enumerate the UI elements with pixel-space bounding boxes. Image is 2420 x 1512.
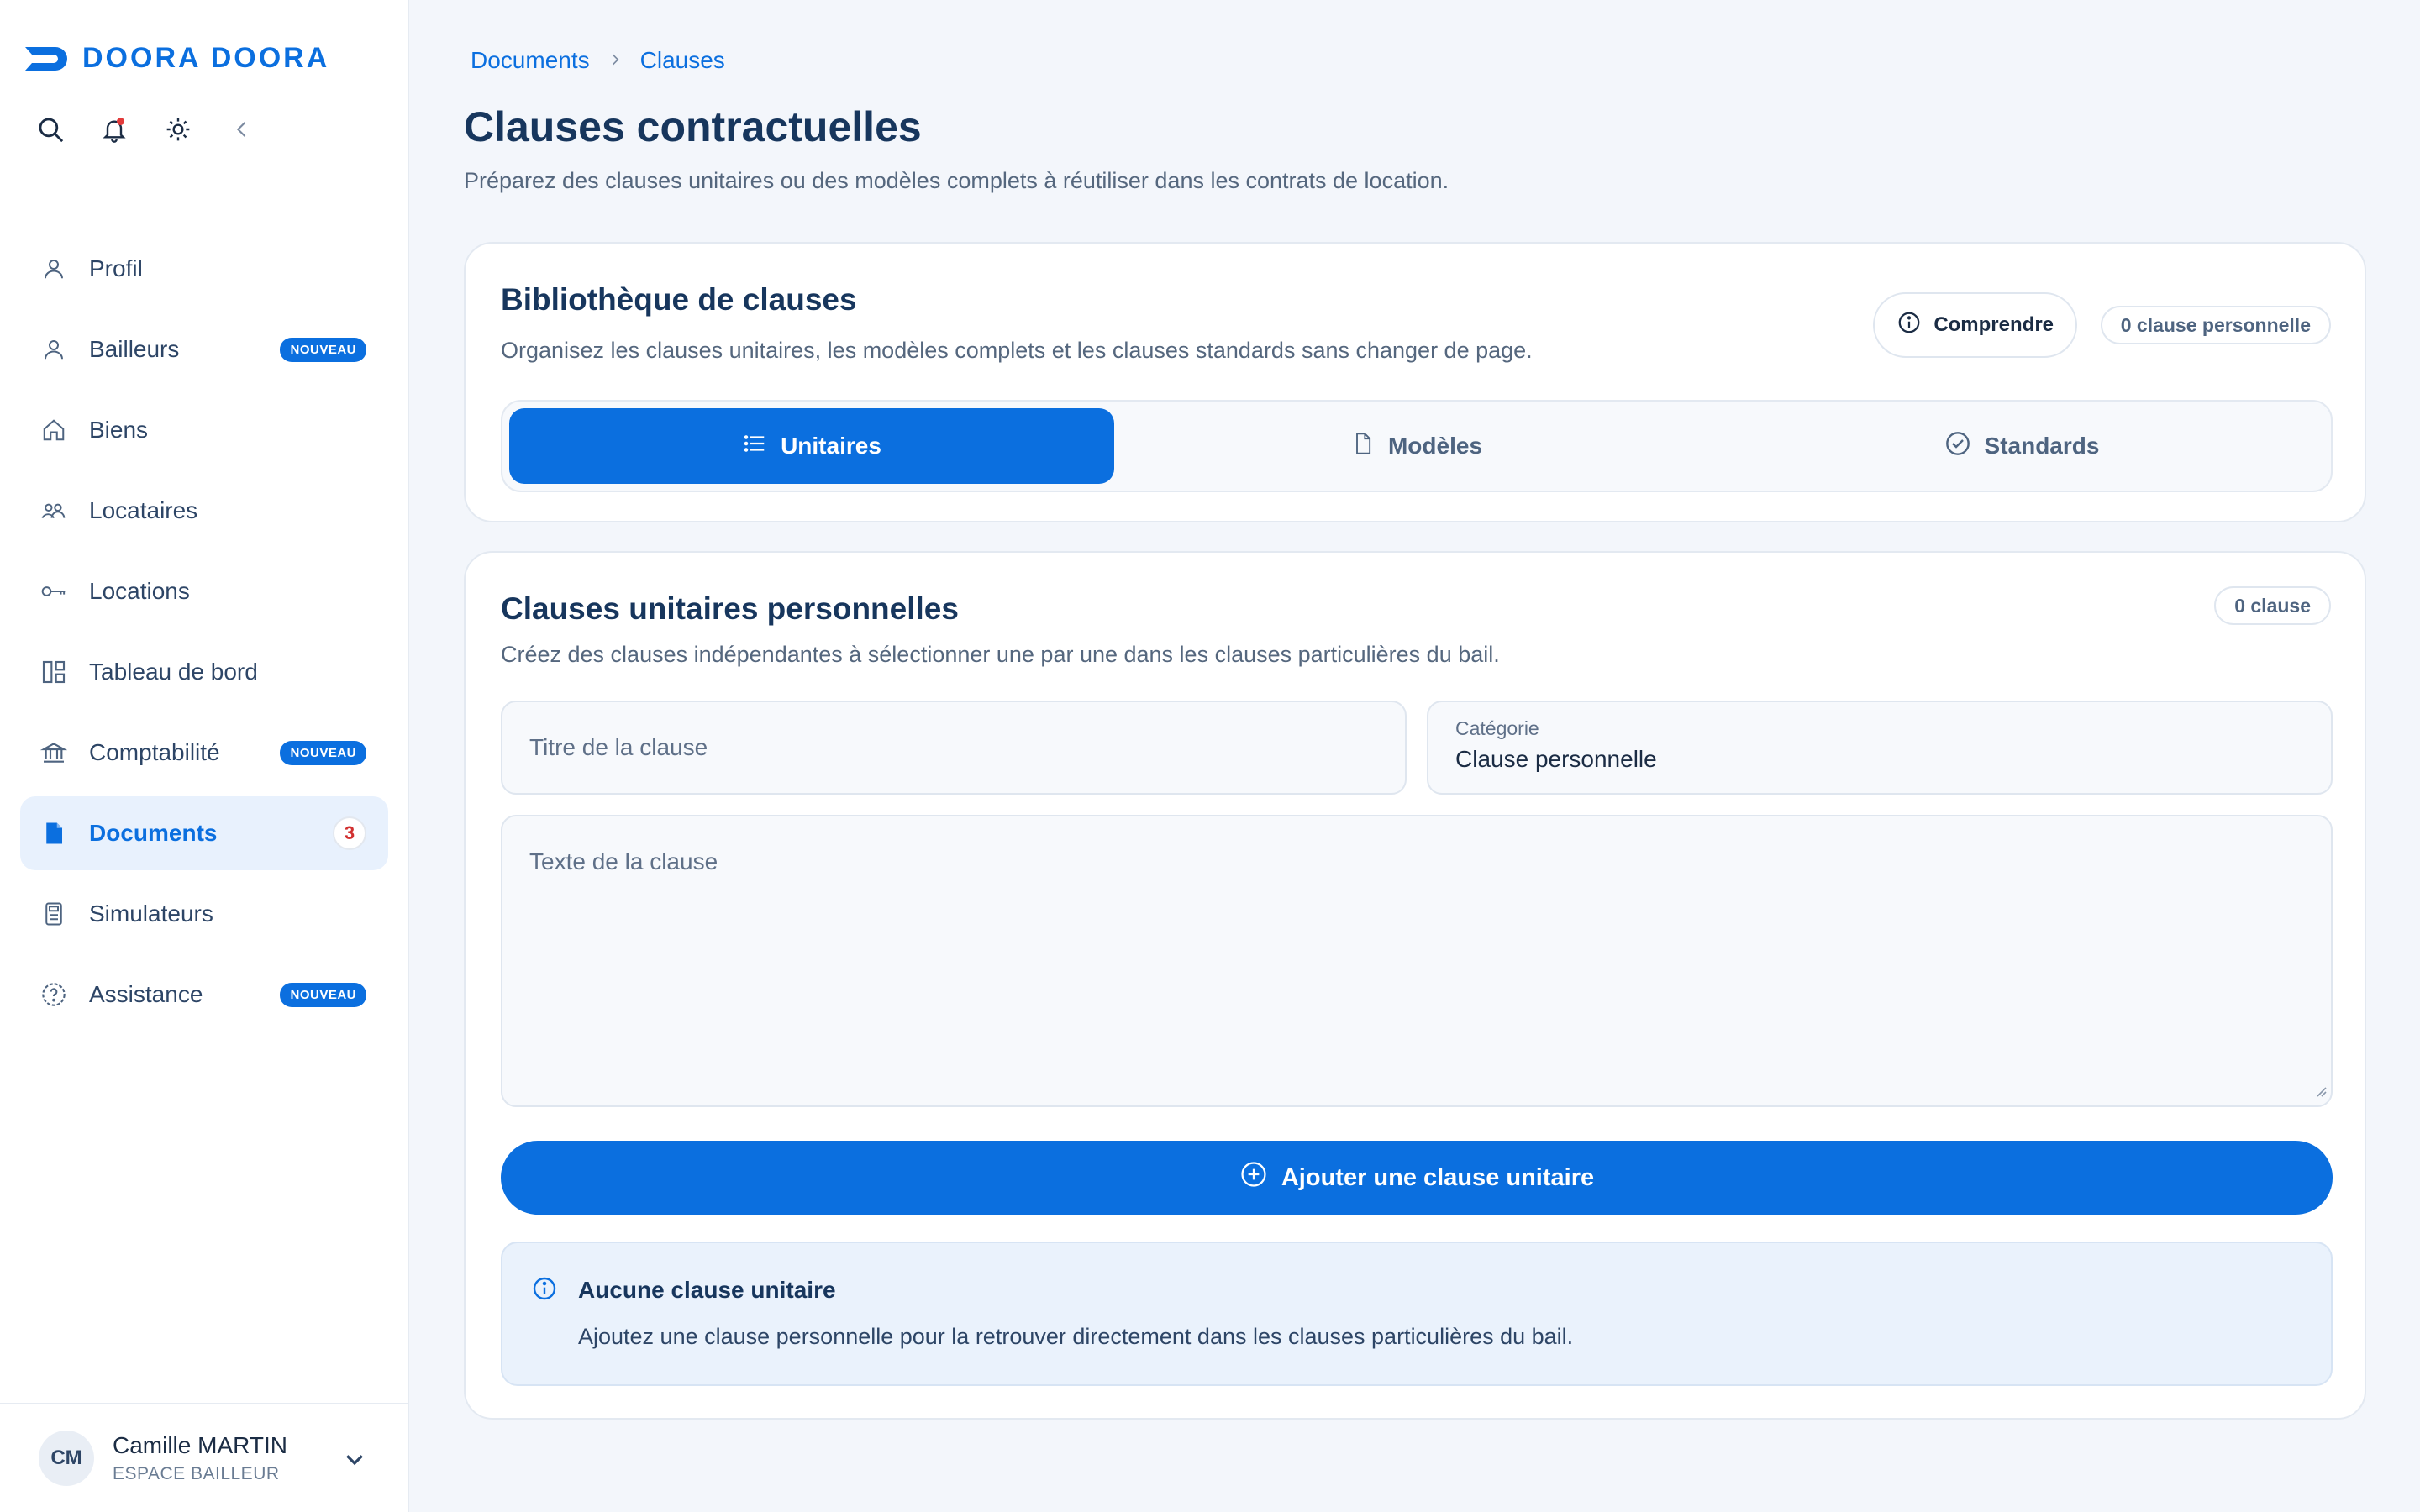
document-icon [39, 818, 69, 848]
library-title: Bibliothèque de clauses [501, 282, 857, 317]
clause-tabs: Unitaires Modèles Standards [501, 400, 2333, 492]
sidebar-item-bailleurs[interactable]: Bailleurs NOUVEAU [20, 312, 388, 386]
file-icon [1351, 430, 1375, 463]
unit-clauses-subtitle: Créez des clauses indépendantes à sélect… [501, 642, 1500, 667]
info-icon [1897, 310, 1922, 341]
new-badge: NOUVEAU [280, 740, 366, 765]
sidebar-item-label: Tableau de bord [89, 659, 258, 685]
clause-title-placeholder: Titre de la clause [529, 734, 708, 760]
notification-dot [117, 118, 124, 125]
sidebar-item-label: Bailleurs [89, 336, 180, 362]
sidebar: DOORA DOORA Profil Bailleurs NOUVEAU Bie… [0, 0, 409, 1512]
sidebar-item-comptabilite[interactable]: Comptabilité NOUVEAU [20, 716, 388, 790]
sidebar-item-label: Profil [89, 255, 143, 281]
user-info: Camille MARTIN ESPACE BAILLEUR [113, 1432, 287, 1484]
empty-state-alert: Aucune clause unitaire Ajoutez une claus… [501, 1242, 2333, 1386]
new-badge: NOUVEAU [280, 337, 366, 362]
sidebar-item-assistance[interactable]: Assistance NOUVEAU [20, 958, 388, 1032]
page-subtitle: Préparez des clauses unitaires ou des mo… [464, 168, 1449, 193]
info-icon [531, 1275, 558, 1306]
sidebar-item-label: Comptabilité [89, 739, 220, 765]
tab-label: Modèles [1387, 433, 1483, 459]
understand-button[interactable]: Comprendre [1873, 292, 2077, 358]
add-unit-clause-label: Ajouter une clause unitaire [1281, 1163, 1595, 1191]
clause-library-card: Bibliothèque de clauses Organisez les cl… [464, 242, 2366, 522]
sidebar-item-locataires[interactable]: Locataires [20, 474, 388, 548]
add-unit-clause-button[interactable]: Ajouter une clause unitaire [501, 1141, 2333, 1215]
check-circle-icon [1944, 430, 1971, 463]
list-icon [742, 431, 767, 462]
page-title: Clauses contractuelles [464, 103, 922, 150]
plus-circle-icon [1239, 1160, 1268, 1195]
tab-unitaires[interactable]: Unitaires [509, 408, 1114, 484]
search-icon[interactable] [34, 113, 67, 146]
avatar: CM [39, 1431, 94, 1486]
users-icon [39, 496, 69, 526]
category-select[interactable]: Catégorie Clause personnelle [1427, 701, 2333, 795]
category-value: Clause personnelle [1455, 746, 1657, 772]
tab-label: Standards [1984, 433, 2100, 459]
unit-clauses-title: Clauses unitaires personnelles [501, 591, 959, 626]
new-badge: NOUVEAU [280, 982, 366, 1007]
sidebar-item-profil[interactable]: Profil [20, 232, 388, 306]
clause-title-input[interactable]: Titre de la clause [501, 701, 1407, 795]
personal-clause-count-badge: 0 clause personnelle [2100, 306, 2331, 344]
sidebar-item-label: Assistance [89, 981, 203, 1007]
breadcrumb-clauses[interactable]: Clauses [640, 47, 725, 74]
sidebar-item-biens[interactable]: Biens [20, 393, 388, 467]
collapse-icon[interactable] [225, 113, 259, 146]
category-label: Catégorie [1455, 717, 1539, 739]
bell-icon[interactable] [97, 113, 131, 146]
empty-state-title: Aucune clause unitaire [578, 1277, 836, 1303]
sidebar-item-label: Locations [89, 578, 190, 604]
tab-standards[interactable]: Standards [1719, 408, 2324, 484]
user-icon [39, 334, 69, 365]
tab-label: Unitaires [781, 433, 881, 459]
tab-modeles[interactable]: Modèles [1114, 408, 1719, 484]
key-icon [39, 576, 69, 606]
user-role: ESPACE BAILLEUR [113, 1464, 280, 1483]
clause-text-textarea[interactable]: Texte de la clause [501, 815, 2333, 1107]
library-subtitle: Organisez les clauses unitaires, les mod… [501, 338, 1533, 363]
sidebar-item-documents[interactable]: Documents 3 [20, 796, 388, 870]
calculator-icon [39, 899, 69, 929]
sidebar-item-label: Documents [89, 820, 218, 846]
dashboard-icon [39, 657, 69, 687]
clause-count-badge: 0 clause [2214, 586, 2331, 625]
brand-logo[interactable]: DOORA DOORA [25, 42, 329, 75]
chevron-right-icon [607, 47, 623, 74]
home-icon [39, 415, 69, 445]
sidebar-toolbar [34, 113, 259, 146]
unit-clauses-card: Clauses unitaires personnelles Créez des… [464, 551, 2366, 1420]
resize-handle-icon[interactable] [2312, 1083, 2328, 1102]
breadcrumb: Documents Clauses [471, 47, 725, 74]
sidebar-item-tableau-de-bord[interactable]: Tableau de bord [20, 635, 388, 709]
sun-icon[interactable] [161, 113, 195, 146]
sidebar-item-label: Locataires [89, 497, 198, 523]
bank-icon [39, 738, 69, 768]
brand-name: DOORA DOORA [82, 42, 330, 74]
logo-icon [25, 46, 67, 71]
sidebar-item-locations[interactable]: Locations [20, 554, 388, 628]
help-icon [39, 979, 69, 1010]
documents-count-badge: 3 [333, 816, 366, 850]
sidebar-item-simulateurs[interactable]: Simulateurs [20, 877, 388, 951]
sidebar-nav: Profil Bailleurs NOUVEAU Biens Locataire… [20, 232, 388, 1038]
clause-text-placeholder: Texte de la clause [529, 848, 718, 874]
breadcrumb-documents[interactable]: Documents [471, 47, 590, 74]
user-name: Camille MARTIN [113, 1432, 287, 1458]
user-icon [39, 254, 69, 284]
sidebar-item-label: Simulateurs [89, 900, 213, 927]
empty-state-text: Ajoutez une clause personnelle pour la r… [578, 1324, 1574, 1349]
chevron-down-icon[interactable] [342, 1446, 367, 1476]
user-menu[interactable]: CM Camille MARTIN ESPACE BAILLEUR [0, 1403, 408, 1512]
understand-label: Comprendre [1933, 313, 2054, 336]
sidebar-item-label: Biens [89, 417, 149, 443]
